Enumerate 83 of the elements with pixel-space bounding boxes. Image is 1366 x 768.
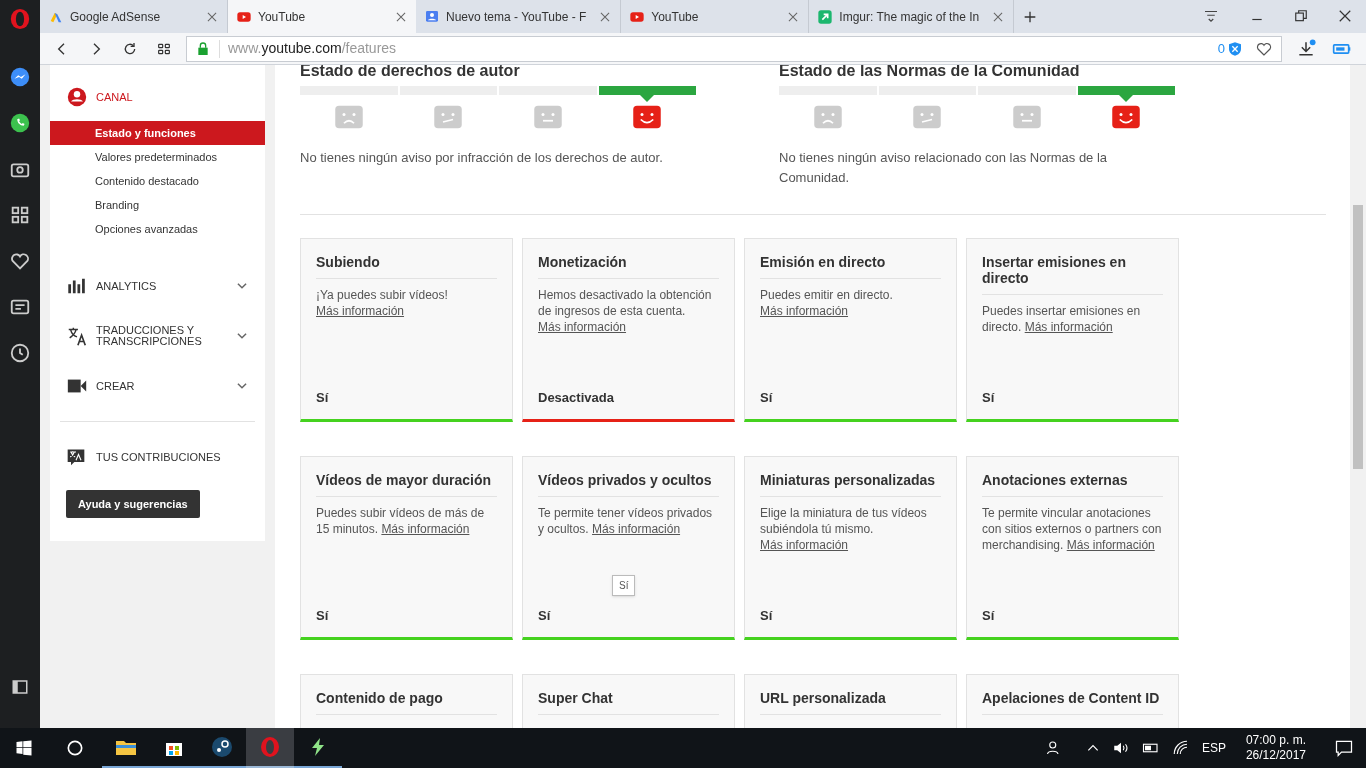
- status-value: Desactivada: [538, 388, 615, 407]
- sidebar-link[interactable]: Opciones avanzadas: [50, 217, 265, 241]
- lock-icon: [195, 40, 211, 57]
- browser-tab[interactable]: YouTube: [228, 0, 416, 33]
- card-description: Puedes subir vídeos de más de 15 minutos. Más información: [316, 505, 486, 537]
- more-info-link[interactable]: Más información: [592, 522, 681, 536]
- tooltip: Sí: [612, 575, 636, 596]
- more-info-link[interactable]: Más información: [760, 538, 849, 552]
- shield-icon[interactable]: [1227, 40, 1243, 57]
- card-title: Emisión en directo: [760, 254, 941, 279]
- scrollbar-thumb[interactable]: [1353, 205, 1363, 469]
- reload-icon[interactable]: [122, 40, 138, 57]
- status-message: No tienes ningún aviso por infracción de los derechos de autor.: [300, 149, 664, 167]
- card-title: URL personalizada: [760, 690, 941, 715]
- whatsapp-icon[interactable]: [9, 112, 31, 134]
- card-title: Contenido de pago: [316, 690, 497, 715]
- grid-icon[interactable]: [9, 204, 31, 226]
- card-title: Subiendo: [316, 254, 497, 279]
- sidebar-link[interactable]: Branding: [50, 193, 265, 217]
- steam-icon: [210, 735, 234, 759]
- arrow-logo-icon: [817, 8, 834, 25]
- card-title: Insertar emisiones en directo: [982, 254, 1163, 295]
- translate-bubble-icon: [66, 447, 86, 467]
- forum-icon: [424, 8, 440, 25]
- section-title: Estado de las Normas de la Comunidad: [779, 65, 1081, 81]
- windows-start-icon[interactable]: [15, 739, 33, 757]
- clock-icon[interactable]: [9, 342, 31, 364]
- account-icon: [66, 86, 88, 108]
- sidebar-link[interactable]: Estado y funciones: [50, 121, 265, 145]
- status-value: Sí: [982, 388, 996, 407]
- notifications-icon[interactable]: [1334, 738, 1354, 758]
- card-description: Te permite vincular anotaciones con sitios externos o partners con merchandising. Más información: [982, 505, 1163, 553]
- card-title: Apelaciones de Content ID: [982, 690, 1163, 715]
- card-title: Vídeos de mayor duración: [316, 472, 497, 497]
- help-button[interactable]: Ayuda y sugerencias: [66, 490, 200, 518]
- language-indicator[interactable]: ESP: [1201, 739, 1226, 757]
- status-value: Sí: [982, 606, 996, 625]
- sidebar-link[interactable]: Valores predeterminados: [50, 145, 265, 169]
- card-description: Puedes emitir en directo. Más información: [760, 287, 894, 319]
- section-title: Estado de derechos de autor: [300, 65, 521, 81]
- sidebar-link[interactable]: Contenido destacado: [50, 169, 265, 193]
- section-link[interactable]: TUS CONTRIBUCIONES: [96, 448, 221, 466]
- card-title: Monetización: [538, 254, 719, 279]
- status-value: Sí: [316, 606, 330, 625]
- opera-logo-icon[interactable]: [9, 8, 31, 30]
- heart-icon[interactable]: [9, 250, 31, 272]
- close-icon[interactable]: [1338, 9, 1352, 23]
- status-value: Sí: [760, 606, 774, 625]
- more-info-link[interactable]: Más información: [316, 304, 405, 318]
- opera-logo-icon: [258, 735, 282, 759]
- sidebar-toggle-icon[interactable]: [11, 678, 29, 696]
- search-icon[interactable]: [65, 738, 85, 758]
- status-message: No tienes ningún aviso relacionado con las Normas de la Comunidad.: [779, 149, 1109, 187]
- more-info-link[interactable]: Más información: [760, 304, 849, 318]
- status-value: Sí: [760, 388, 774, 407]
- translate-icon: [66, 325, 88, 347]
- address-field[interactable]: www.youtube.com/features 0: [186, 35, 1282, 62]
- section-link[interactable]: CREAR: [96, 380, 235, 392]
- messenger-icon[interactable]: [9, 66, 31, 88]
- card-title: Vídeos privados y ocultos: [538, 472, 719, 497]
- card-description: Elige la miniatura de tus vídeos subiéndola tú mismo. Más información: [760, 505, 928, 553]
- card-description: Puedes insertar emisiones en directo. Más información: [982, 303, 1142, 335]
- section-link[interactable]: TRADUCCIONES Y TRANSCRIPCIONES: [96, 325, 235, 347]
- status-value: Sí: [316, 388, 330, 407]
- blocked-count: 0: [1217, 39, 1225, 58]
- more-info-link[interactable]: Más información: [381, 522, 470, 536]
- card-description: ¡Ya puedes subir vídeos! Más información: [316, 287, 449, 319]
- more-info-link[interactable]: Más información: [538, 320, 627, 334]
- restore-icon[interactable]: [1294, 9, 1308, 23]
- download-icon[interactable]: [1296, 38, 1316, 59]
- card-description: Hemos desactivado la obtención de ingresos de esta cuenta. Más información: [538, 287, 713, 335]
- card-title: Anotaciones externas: [982, 472, 1163, 497]
- status-value: Sí: [538, 606, 552, 625]
- clock-date[interactable]: 26/12/2017: [1245, 748, 1306, 763]
- card-title: Super Chat: [538, 690, 719, 715]
- wifi-icon[interactable]: [1171, 739, 1190, 757]
- section-link[interactable]: ANALYTICS: [96, 280, 235, 292]
- more-info-link[interactable]: Más información: [1024, 320, 1113, 334]
- card-description: Te permite tener vídeos privados y ocultos. Más información: [538, 505, 714, 537]
- section-link[interactable]: CANAL: [96, 91, 249, 103]
- clock-time[interactable]: 07:00 p. m.: [1245, 733, 1306, 748]
- card-title: Miniaturas personalizadas: [760, 472, 941, 497]
- more-info-link[interactable]: Más información: [1066, 538, 1155, 552]
